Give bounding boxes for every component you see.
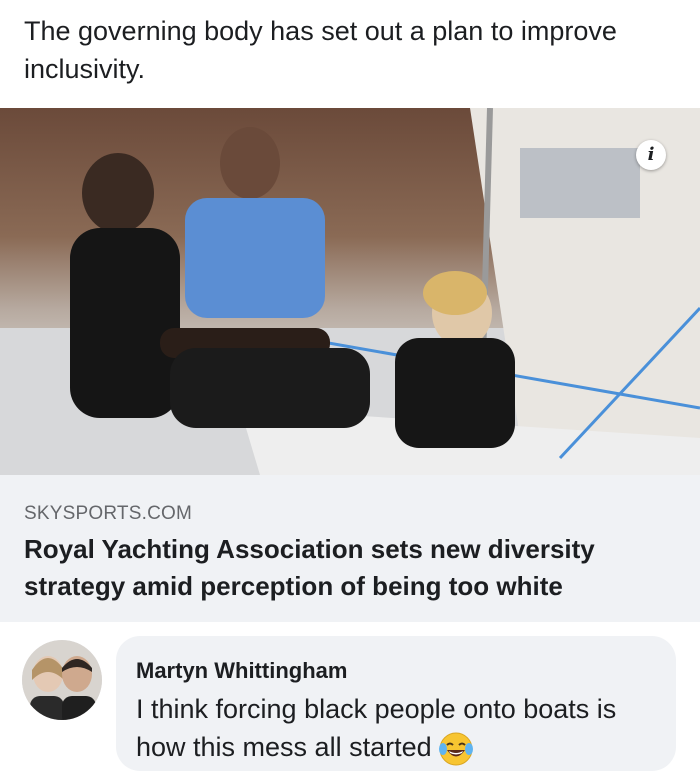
link-preview-card[interactable]: SKYSPORTS.COM Royal Yachting Association… <box>0 475 700 622</box>
comment-body: I think forcing black people onto boats … <box>136 694 617 762</box>
comment-author[interactable]: Martyn Whittingham <box>136 658 347 684</box>
sailing-photo <box>0 108 700 475</box>
comment-text: I think forcing black people onto boats … <box>136 690 656 767</box>
link-preview-image[interactable]: i <box>0 108 700 475</box>
avatar-image <box>22 640 102 720</box>
comment-bubble: Martyn Whittingham I think forcing black… <box>116 636 676 771</box>
link-domain: SKYSPORTS.COM <box>24 503 193 524</box>
link-title[interactable]: Royal Yachting Association sets new dive… <box>24 531 684 605</box>
comment: Martyn Whittingham I think forcing black… <box>0 622 700 771</box>
face-with-tears-of-joy-icon <box>438 732 473 766</box>
info-icon[interactable]: i <box>636 140 666 170</box>
avatar[interactable] <box>22 640 102 720</box>
post-text: The governing body has set out a plan to… <box>24 16 617 84</box>
